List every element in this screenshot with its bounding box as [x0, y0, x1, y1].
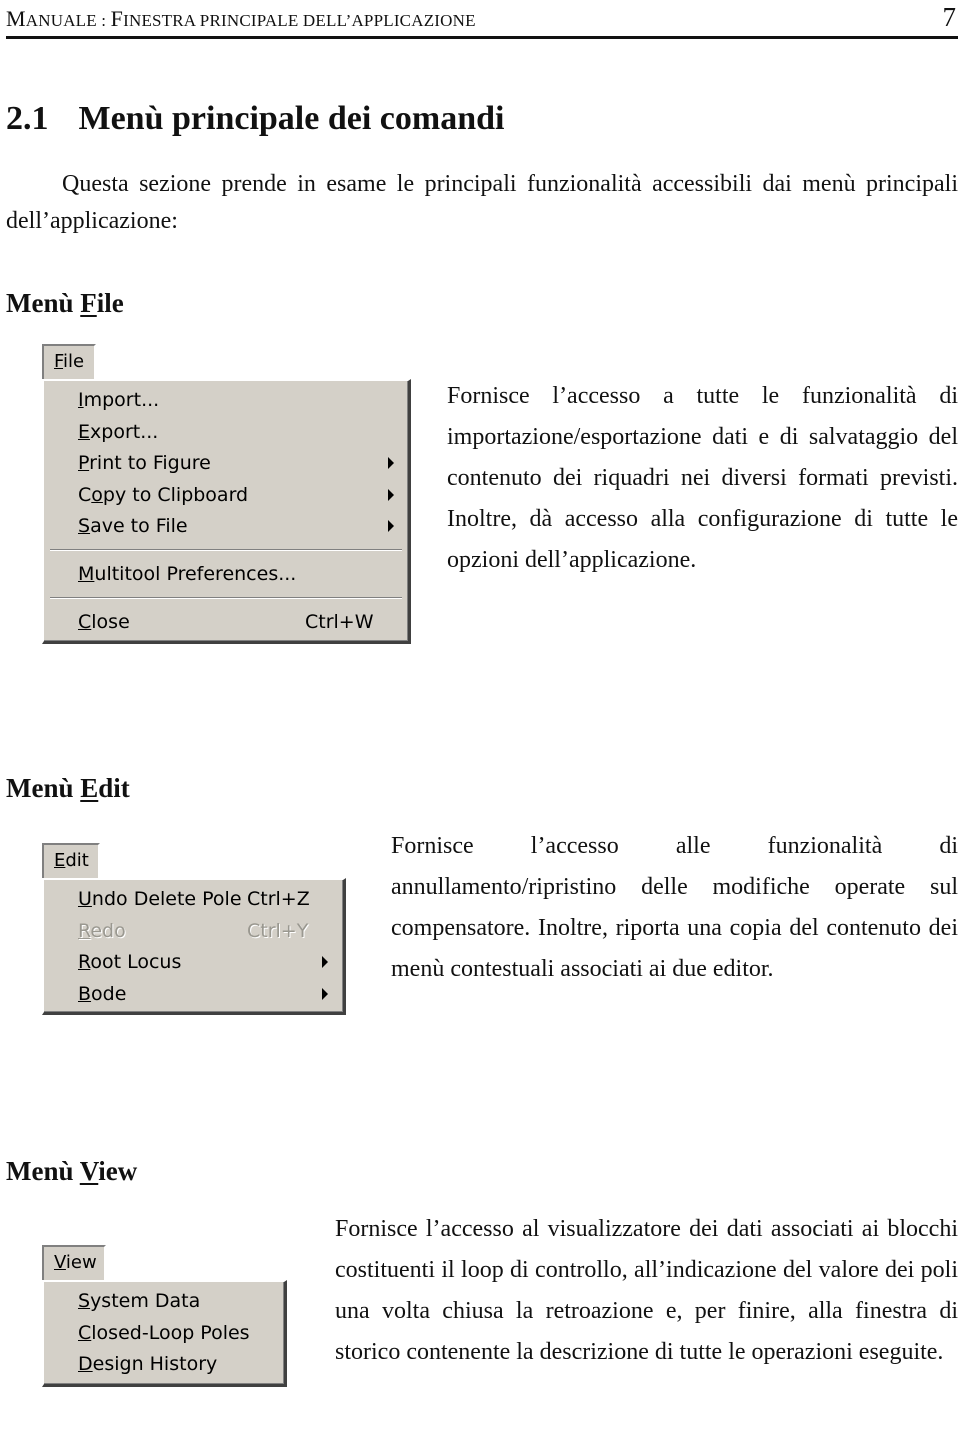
submenu-arrow-icon [322, 988, 328, 1000]
accel-key: P [78, 452, 90, 474]
menu-item-undo-delete-pole[interactable]: Undo Delete Pole [78, 888, 242, 910]
item-label: py to Clipboard [102, 484, 249, 506]
view-dropdown: System Data Closed-Loop Poles Design His… [42, 1280, 287, 1387]
menu-item-save-to-file[interactable]: Save to File [78, 515, 188, 537]
accel-key: R [78, 951, 91, 973]
menubar-label: ile [63, 351, 85, 372]
heading-rest: iew [98, 1156, 138, 1186]
heading-rest: ile [96, 288, 124, 318]
menu-item-print-to-figure[interactable]: Print to Figure [78, 452, 211, 474]
heading-rest: dit [98, 773, 130, 803]
accel-key: o [91, 484, 103, 506]
heading-accel: V [79, 1156, 99, 1186]
menubar-label: iew [65, 1252, 97, 1273]
accel-key: U [78, 888, 92, 910]
file-menubar-button[interactable]: File [42, 344, 96, 380]
menu-item-system-data[interactable]: System Data [78, 1290, 200, 1312]
item-label: ave to File [90, 515, 188, 537]
title-part: INESTRA PRINCIPALE DELL’APPLICAZIONE [123, 11, 476, 30]
menu-item-design-history[interactable]: Design History [78, 1353, 217, 1375]
file-menu-description: Fornisce l’accesso a tutte le funzionali… [447, 383, 958, 573]
running-header-title: MANUALE : FINESTRA PRINCIPALE DELL’APPLI… [6, 6, 476, 32]
item-label: xport... [90, 421, 159, 443]
submenu-arrow-icon [388, 520, 394, 532]
file-dropdown: Import... Export... Print to Figure Copy… [42, 379, 411, 644]
edit-menu-description: Fornisce l’accesso alle funzionalità di … [391, 833, 958, 982]
item-label: lose [91, 611, 130, 633]
menu-item-import[interactable]: Import... [78, 389, 159, 411]
edit-menubar-button[interactable]: Edit [42, 843, 100, 879]
title-part: F [110, 6, 124, 31]
menubar-label: dit [65, 850, 89, 871]
section-title: 2.1 Menù principale dei comandi [6, 100, 504, 138]
running-header: MANUALE : FINESTRA PRINCIPALE DELL’APPLI… [6, 2, 958, 39]
view-menu-description: Fornisce l’accesso al visualizzatore dei… [335, 1216, 958, 1365]
heading-prefix: Menù [6, 288, 81, 318]
section-intro: Questa sezione prende in esame le princi… [6, 166, 958, 240]
item-label: losed-Loop Poles [91, 1322, 250, 1344]
item-label: ndo Delete Pole [91, 888, 242, 910]
accel-key: S [78, 1290, 91, 1312]
accel-key: S [78, 515, 91, 537]
accel-key: V [54, 1252, 66, 1273]
accel-key: D [78, 1353, 93, 1375]
section-title-text: Menù principale dei comandi [78, 100, 505, 137]
file-menu-heading: Menù File [6, 288, 124, 319]
menu-item-export[interactable]: Export... [78, 421, 158, 443]
item-label: ultitool Preferences... [94, 563, 297, 585]
item-label: mport... [83, 389, 160, 411]
submenu-arrow-icon [388, 457, 394, 469]
menu-item-multitool-preferences[interactable]: Multitool Preferences... [78, 563, 296, 585]
menu-item-bode[interactable]: Bode [78, 983, 126, 1005]
accel-key: C [78, 611, 92, 633]
shortcut-undo: Ctrl+Z [247, 888, 310, 910]
menu-separator [50, 597, 402, 599]
item-label: C [78, 484, 92, 506]
accel-key: B [78, 983, 92, 1005]
submenu-arrow-icon [322, 956, 328, 968]
intro-paragraph: Questa sezione prende in esame le princi… [6, 171, 958, 234]
item-label: ode [91, 983, 127, 1005]
section-number: 2.1 [6, 100, 49, 137]
heading-prefix: Menù [6, 773, 81, 803]
heading-prefix: Menù [6, 1156, 80, 1186]
edit-dropdown: Undo Delete Pole Ctrl+Z Redo Ctrl+Y Root… [42, 878, 346, 1015]
view-menu-heading: Menù View [6, 1156, 137, 1187]
menu-item-closed-loop-poles[interactable]: Closed-Loop Poles [78, 1322, 250, 1344]
menu-item-copy-to-clipboard[interactable]: Copy to Clipboard [78, 484, 248, 506]
accel-key: R [78, 920, 91, 942]
shortcut-close: Ctrl+W [305, 611, 374, 633]
submenu-arrow-icon [388, 489, 394, 501]
edit-menu-heading: Menù Edit [6, 773, 130, 804]
title-part: ANUALE : [25, 11, 111, 30]
item-label: edo [90, 920, 126, 942]
shortcut-redo: Ctrl+Y [247, 920, 309, 942]
item-label: rint to Figure [89, 452, 211, 474]
title-part: M [6, 6, 26, 31]
accel-key: M [78, 563, 95, 585]
menu-item-root-locus[interactable]: Root Locus [78, 951, 181, 973]
heading-accel: E [80, 773, 99, 803]
item-label: esign History [92, 1353, 218, 1375]
item-label: oot Locus [90, 951, 182, 973]
menu-separator [50, 549, 402, 551]
page-number: 7 [942, 2, 957, 32]
heading-accel: F [80, 288, 97, 318]
menu-item-redo[interactable]: Redo [78, 920, 126, 942]
item-label: ystem Data [90, 1290, 201, 1312]
accel-key: E [54, 850, 66, 871]
accel-key: C [78, 1322, 92, 1344]
view-menubar-button[interactable]: View [42, 1245, 106, 1281]
menu-item-close[interactable]: Close [78, 611, 130, 633]
accel-key: F [54, 351, 64, 372]
accel-key: E [78, 421, 91, 443]
